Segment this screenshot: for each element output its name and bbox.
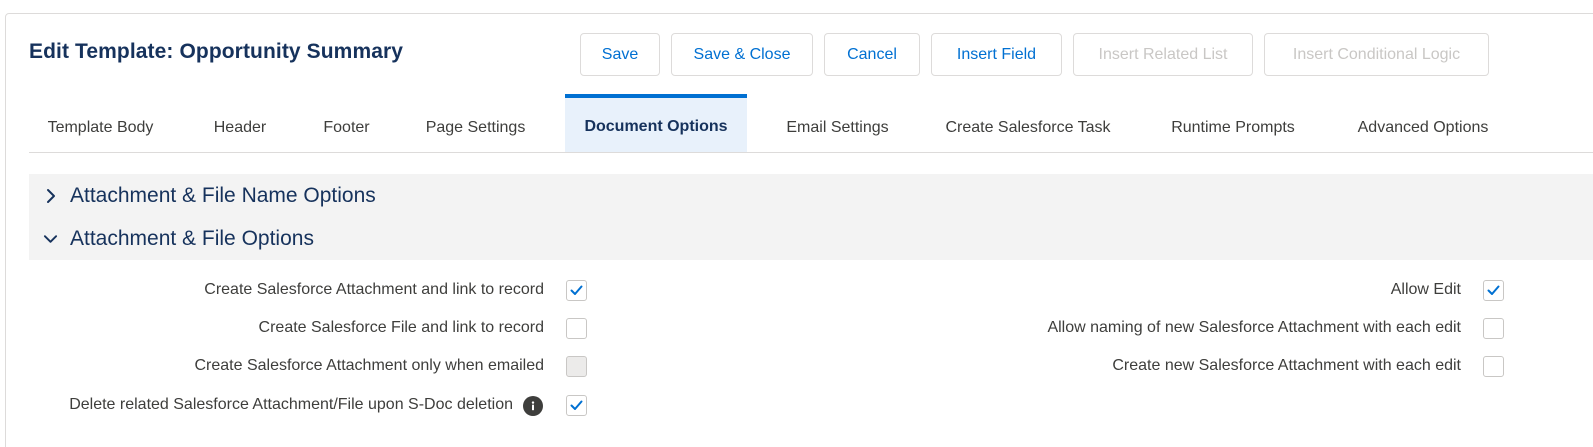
checkbox-create-attachment[interactable] [566, 280, 587, 301]
insert-conditional-logic-button[interactable]: Insert Conditional Logic [1264, 33, 1489, 76]
section-label: Attachment & File Name Options [70, 183, 376, 207]
tab-runtime-prompts[interactable]: Runtime Prompts [1153, 94, 1313, 152]
option-label-allow-edit: Allow Edit [1390, 281, 1461, 298]
option-label-create-file: Create Salesforce File and link to recor… [258, 319, 544, 336]
option-label-delete-attachment: Delete related Salesforce Attachment/Fil… [69, 396, 513, 413]
tab-document-options[interactable]: Document Options [565, 94, 747, 152]
save-button[interactable]: Save [580, 33, 660, 76]
tab-create-salesforce-task[interactable]: Create Salesforce Task [934, 94, 1122, 152]
checkbox-allow-edit[interactable] [1483, 280, 1504, 301]
cancel-button[interactable]: Cancel [824, 33, 920, 76]
checkbox-new-attachment-each-edit[interactable] [1483, 356, 1504, 377]
tab-bar: Template Body Header Footer Page Setting… [29, 94, 1593, 153]
insert-related-list-button[interactable]: Insert Related List [1073, 33, 1253, 76]
checkmark-icon [1487, 285, 1500, 295]
tab-page-settings[interactable]: Page Settings [414, 94, 537, 152]
chevron-down-icon [43, 231, 58, 246]
tab-advanced-options[interactable]: Advanced Options [1342, 94, 1504, 152]
section-attachment-file-name-options[interactable]: Attachment & File Name Options [29, 174, 1593, 217]
info-icon[interactable] [523, 396, 543, 416]
tab-email-settings[interactable]: Email Settings [773, 94, 902, 152]
page-title: Edit Template: Opportunity Summary [29, 40, 404, 63]
checkbox-delete-attachment[interactable] [566, 395, 587, 416]
checkmark-icon [570, 400, 583, 410]
tab-template-body[interactable]: Template Body [29, 94, 172, 152]
checkbox-create-file[interactable] [566, 318, 587, 339]
section-attachment-file-options[interactable]: Attachment & File Options [29, 217, 1593, 260]
tab-header[interactable]: Header [194, 94, 286, 152]
section-label: Attachment & File Options [70, 226, 314, 250]
option-label-create-attachment: Create Salesforce Attachment and link to… [204, 281, 544, 298]
chevron-right-icon [43, 188, 58, 203]
save-close-button[interactable]: Save & Close [671, 33, 813, 76]
insert-field-button[interactable]: Insert Field [931, 33, 1062, 76]
checkmark-icon [570, 285, 583, 295]
checkbox-attachment-when-emailed[interactable] [566, 356, 587, 377]
option-label-allow-naming: Allow naming of new Salesforce Attachmen… [1047, 319, 1461, 336]
option-label-attachment-when-emailed: Create Salesforce Attachment only when e… [194, 357, 544, 374]
option-label-new-attachment-each-edit: Create new Salesforce Attachment with ea… [1112, 357, 1461, 374]
checkbox-allow-naming[interactable] [1483, 318, 1504, 339]
tab-footer[interactable]: Footer [304, 94, 389, 152]
